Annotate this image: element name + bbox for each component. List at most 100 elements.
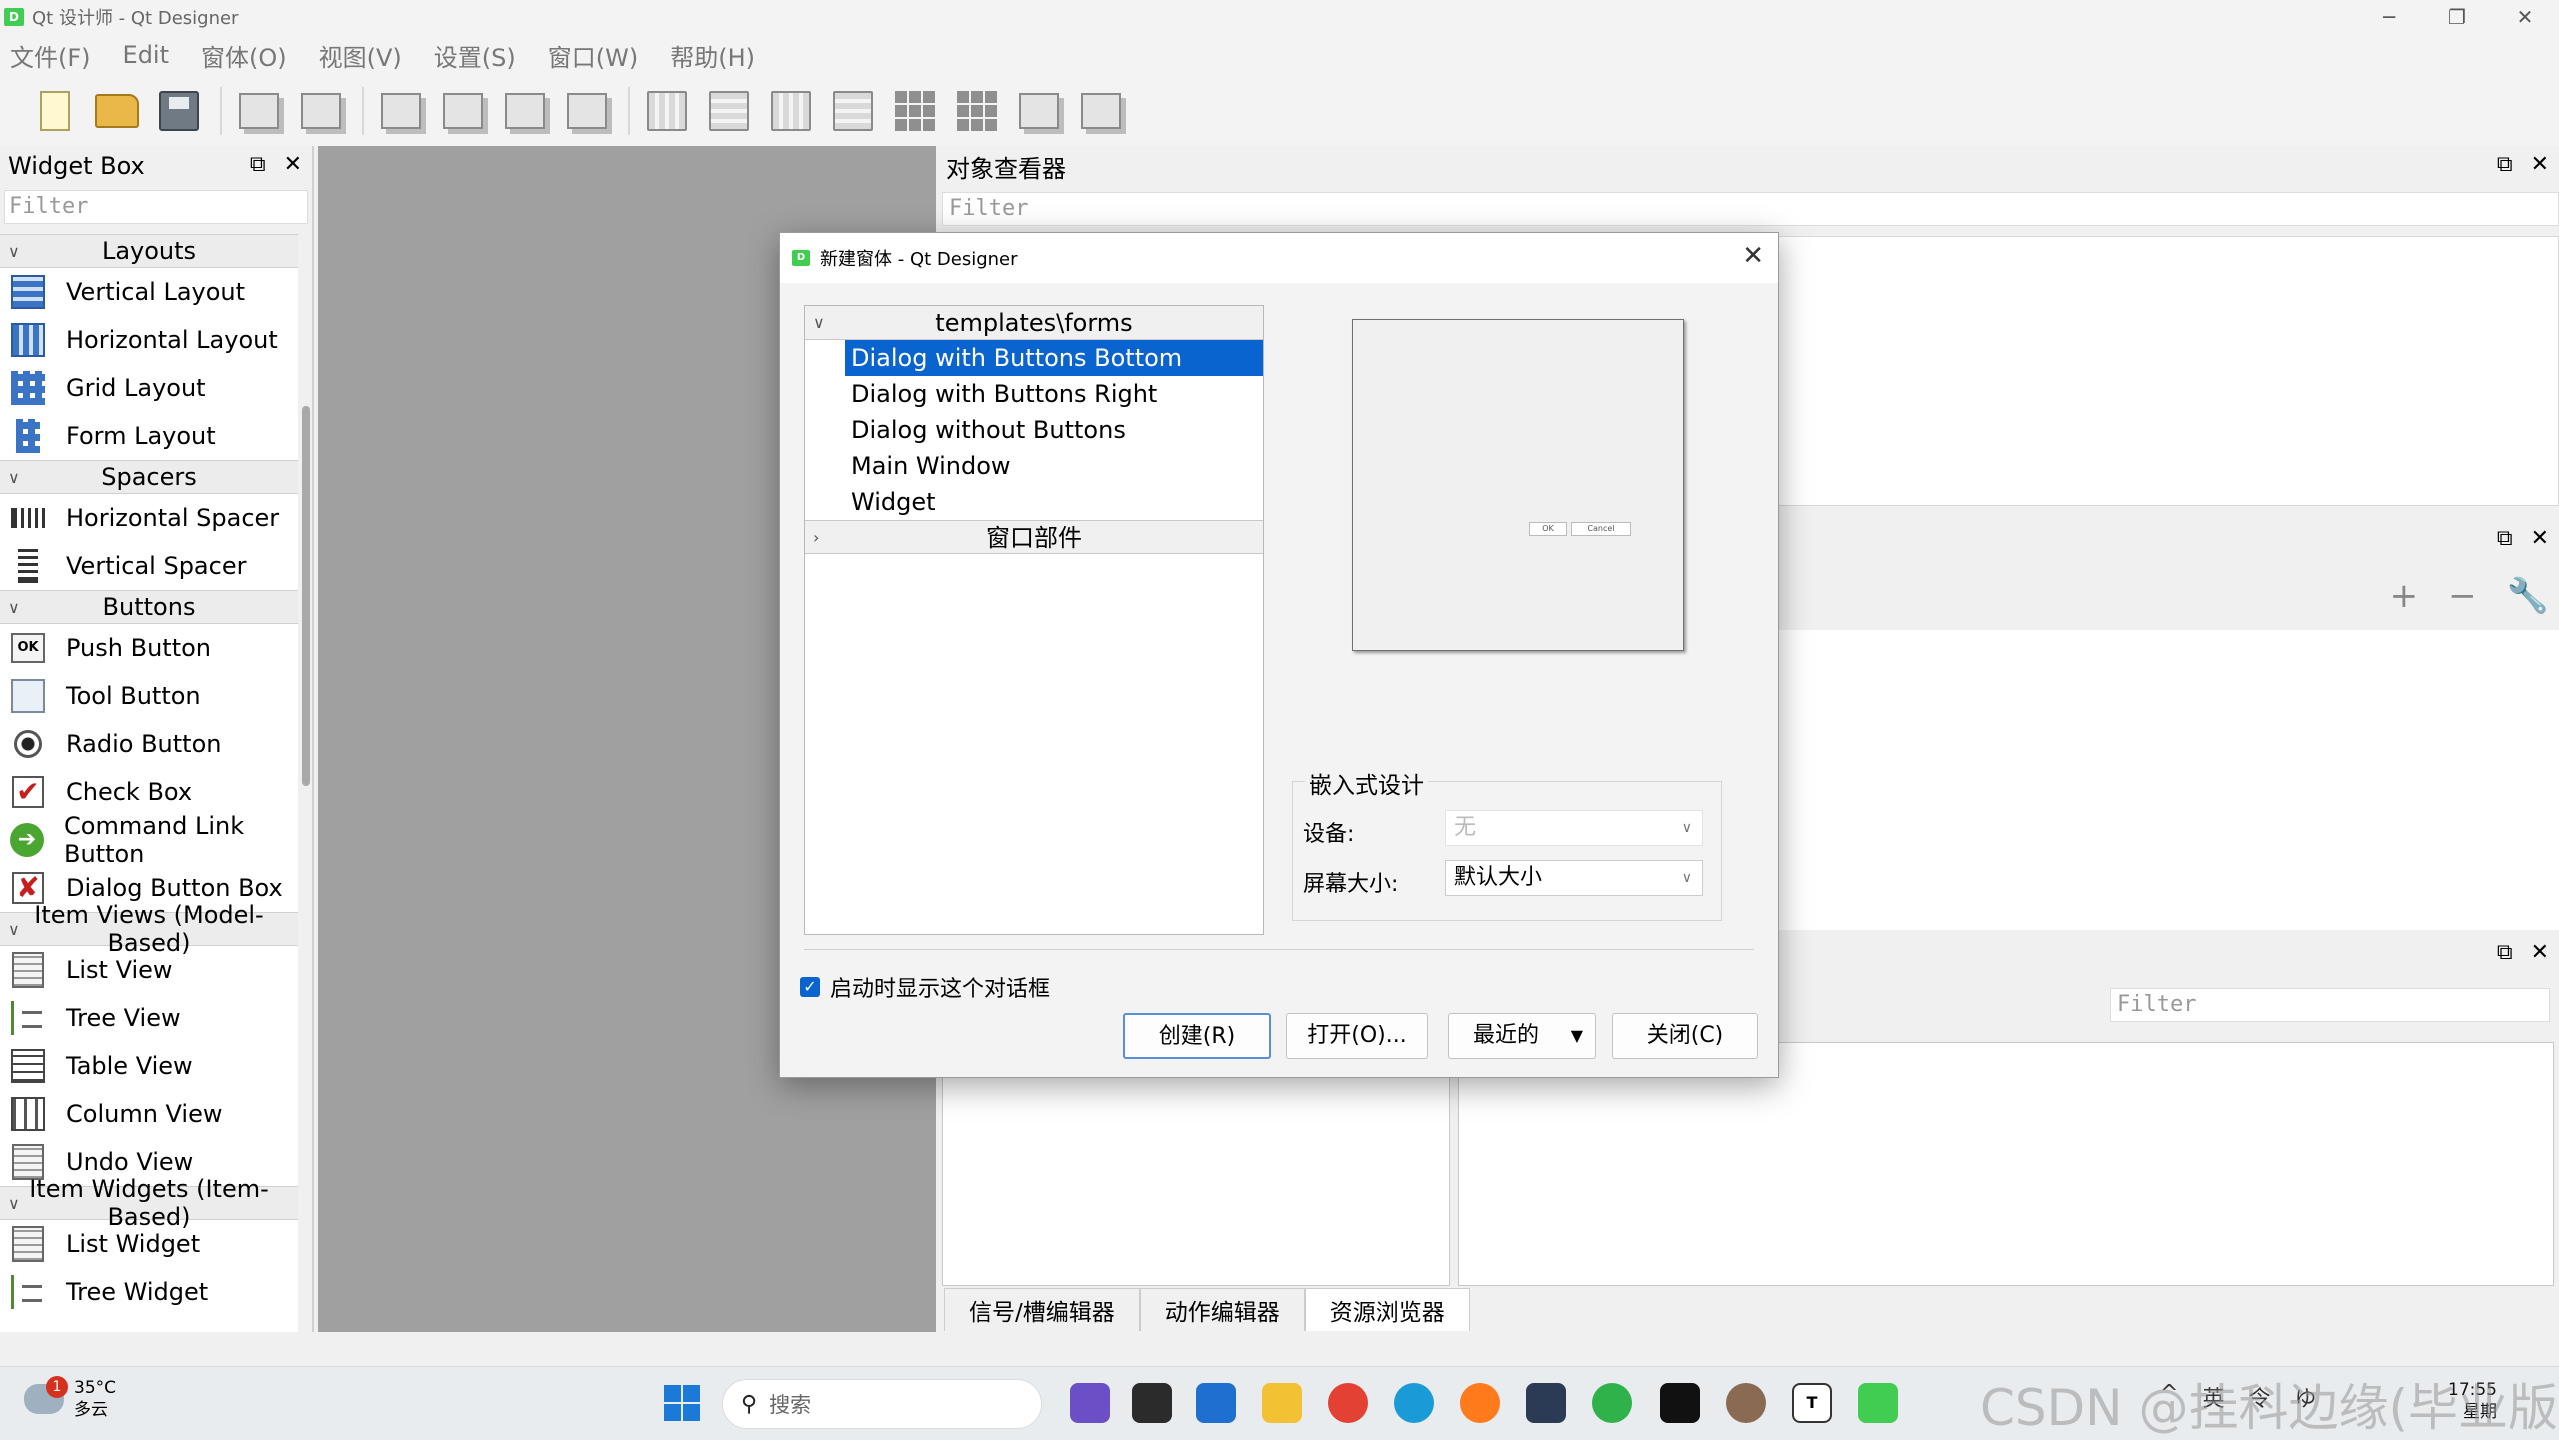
category-buttons[interactable]: ∨ Buttons	[0, 590, 298, 624]
resource-filter-input[interactable]: Filter	[2110, 988, 2550, 1022]
edit-signals-icon[interactable]	[438, 86, 488, 136]
widget-push-button[interactable]: OK Push Button	[0, 624, 298, 672]
app-icon[interactable]	[1526, 1383, 1566, 1423]
menu-form[interactable]: 窗体(O)	[201, 38, 287, 73]
send-back-icon[interactable]	[296, 86, 346, 136]
break-layout-icon[interactable]	[1014, 86, 1064, 136]
open-folder-icon[interactable]	[92, 86, 142, 136]
scrollbar-thumb[interactable]	[302, 406, 310, 786]
checkbox-checked-icon[interactable]: ✓	[800, 977, 820, 997]
menu-window[interactable]: 窗口(W)	[548, 38, 638, 73]
widget-tree-view[interactable]: Tree View	[0, 994, 298, 1042]
minimize-button[interactable]: ─	[2355, 0, 2423, 34]
layout-v-splitter-icon[interactable]	[828, 86, 878, 136]
template-item[interactable]: Main Window	[805, 448, 1263, 484]
layout-vertical-icon[interactable]	[704, 86, 754, 136]
close-icon[interactable]: ✕	[2531, 526, 2549, 551]
menu-edit[interactable]: Edit	[123, 41, 169, 69]
widget-horizontal-layout[interactable]: Horizontal Layout	[0, 316, 298, 364]
wrench-icon[interactable]: 🔧	[2507, 576, 2549, 616]
menu-settings[interactable]: 设置(S)	[434, 38, 516, 73]
menu-view[interactable]: 视图(V)	[319, 38, 402, 73]
float-icon[interactable]: ⧉	[2497, 940, 2513, 965]
edit-buddies-icon[interactable]	[500, 86, 550, 136]
open-button[interactable]: 打开(O)...	[1286, 1013, 1428, 1059]
edge-icon[interactable]	[1394, 1383, 1434, 1423]
widget-grid-layout[interactable]: Grid Layout	[0, 364, 298, 412]
firefox-icon[interactable]	[1460, 1383, 1500, 1423]
category-layouts[interactable]: ∨ Layouts	[0, 234, 298, 268]
weather-widget[interactable]: 1 35°C 多云	[24, 1376, 116, 1421]
widget-box-filter-input[interactable]: Filter	[4, 190, 308, 224]
widget-horizontal-spacer[interactable]: Horizontal Spacer	[0, 494, 298, 542]
tab-action-editor[interactable]: 动作编辑器	[1139, 1288, 1305, 1331]
chrome-icon[interactable]	[1328, 1383, 1368, 1423]
widget-radio-button[interactable]: Radio Button	[0, 720, 298, 768]
minus-icon[interactable]: −	[2448, 576, 2477, 616]
widget-column-view[interactable]: Column View	[0, 1090, 298, 1138]
adjust-size-icon[interactable]	[1076, 86, 1126, 136]
close-button[interactable]: 关闭(C)	[1612, 1013, 1758, 1059]
widget-table-view[interactable]: Table View	[0, 1042, 298, 1090]
plus-icon[interactable]: +	[2390, 576, 2419, 616]
wechat-icon[interactable]	[1592, 1383, 1632, 1423]
widget-vertical-layout[interactable]: Vertical Layout	[0, 268, 298, 316]
avatar-app-icon[interactable]	[1726, 1383, 1766, 1423]
tree-widget-icon	[10, 1274, 46, 1310]
template-item[interactable]: Dialog with Buttons Bottom	[845, 340, 1263, 376]
recent-button[interactable]: 最近的 ▼	[1448, 1013, 1596, 1059]
template-item[interactable]: Dialog with Buttons Right	[805, 376, 1263, 412]
store-app-icon[interactable]	[1196, 1383, 1236, 1423]
template-group-forms[interactable]: ∨ templates\forms	[805, 306, 1263, 340]
tab-resource-browser[interactable]: 资源浏览器	[1304, 1288, 1470, 1331]
category-item-views[interactable]: ∨ Item Views (Model-Based)	[0, 901, 298, 957]
save-icon[interactable]	[154, 86, 204, 136]
menu-help[interactable]: 帮助(H)	[670, 38, 755, 73]
edit-tab-order-icon[interactable]	[562, 86, 612, 136]
float-icon[interactable]: ⧉	[250, 152, 266, 177]
widget-vertical-spacer[interactable]: Vertical Spacer	[0, 542, 298, 590]
qt-designer-taskbar-icon[interactable]	[1858, 1383, 1898, 1423]
resource-list[interactable]	[1458, 1042, 2554, 1286]
new-file-icon[interactable]	[30, 86, 80, 136]
screen-size-combo[interactable]: 默认大小 ∨	[1445, 860, 1703, 896]
category-spacers[interactable]: ∨ Spacers	[0, 460, 298, 494]
object-inspector-filter-input[interactable]: Filter	[942, 192, 2559, 226]
typora-icon[interactable]: T	[1792, 1383, 1832, 1423]
template-item[interactable]: Widget	[805, 484, 1263, 520]
widget-box-scrollbar[interactable]	[300, 236, 312, 1332]
layout-horizontal-icon[interactable]	[642, 86, 692, 136]
close-icon[interactable]: ✕	[2531, 152, 2549, 177]
template-group-widgets[interactable]: › 窗口部件	[805, 520, 1263, 554]
close-window-button[interactable]: ✕	[2491, 0, 2559, 34]
edit-widgets-icon[interactable]	[376, 86, 426, 136]
layout-grid-icon[interactable]	[890, 86, 940, 136]
widget-tool-button[interactable]: Tool Button	[0, 672, 298, 720]
widget-form-layout[interactable]: Form Layout	[0, 412, 298, 460]
start-button[interactable]	[664, 1385, 700, 1421]
tab-signal-slot-editor[interactable]: 信号/槽编辑器	[944, 1288, 1140, 1331]
close-icon[interactable]: ✕	[1742, 241, 1764, 271]
file-explorer-icon[interactable]	[1262, 1383, 1302, 1423]
terminal-app-icon[interactable]	[1132, 1383, 1172, 1423]
close-icon[interactable]: ✕	[2531, 940, 2549, 965]
layout-h-splitter-icon[interactable]	[766, 86, 816, 136]
restore-button[interactable]: ❐	[2423, 0, 2491, 34]
layout-form-icon[interactable]	[952, 86, 1002, 136]
template-item[interactable]: Dialog without Buttons	[805, 412, 1263, 448]
taskbar-search[interactable]: ⚲ 搜索	[722, 1379, 1042, 1429]
resource-tree[interactable]	[942, 1042, 1450, 1286]
close-icon[interactable]: ✕	[284, 152, 302, 177]
widget-check-box[interactable]: ✔ Check Box	[0, 768, 298, 816]
float-icon[interactable]: ⧉	[2497, 152, 2513, 177]
widget-tree-widget[interactable]: Tree Widget	[0, 1268, 298, 1316]
float-icon[interactable]: ⧉	[2497, 526, 2513, 551]
pycharm-icon[interactable]	[1660, 1383, 1700, 1423]
menu-file[interactable]: 文件(F)	[10, 38, 91, 73]
bring-front-icon[interactable]	[234, 86, 284, 136]
create-button[interactable]: 创建(R)	[1123, 1013, 1271, 1059]
widget-command-link-button[interactable]: ➔ Command Link Button	[0, 812, 298, 868]
copilot-app-icon[interactable]	[1070, 1383, 1110, 1423]
category-item-widgets[interactable]: ∨ Item Widgets (Item-Based)	[0, 1175, 298, 1231]
show-on-startup-checkbox[interactable]: ✓ 启动时显示这个对话框	[800, 971, 1050, 1003]
